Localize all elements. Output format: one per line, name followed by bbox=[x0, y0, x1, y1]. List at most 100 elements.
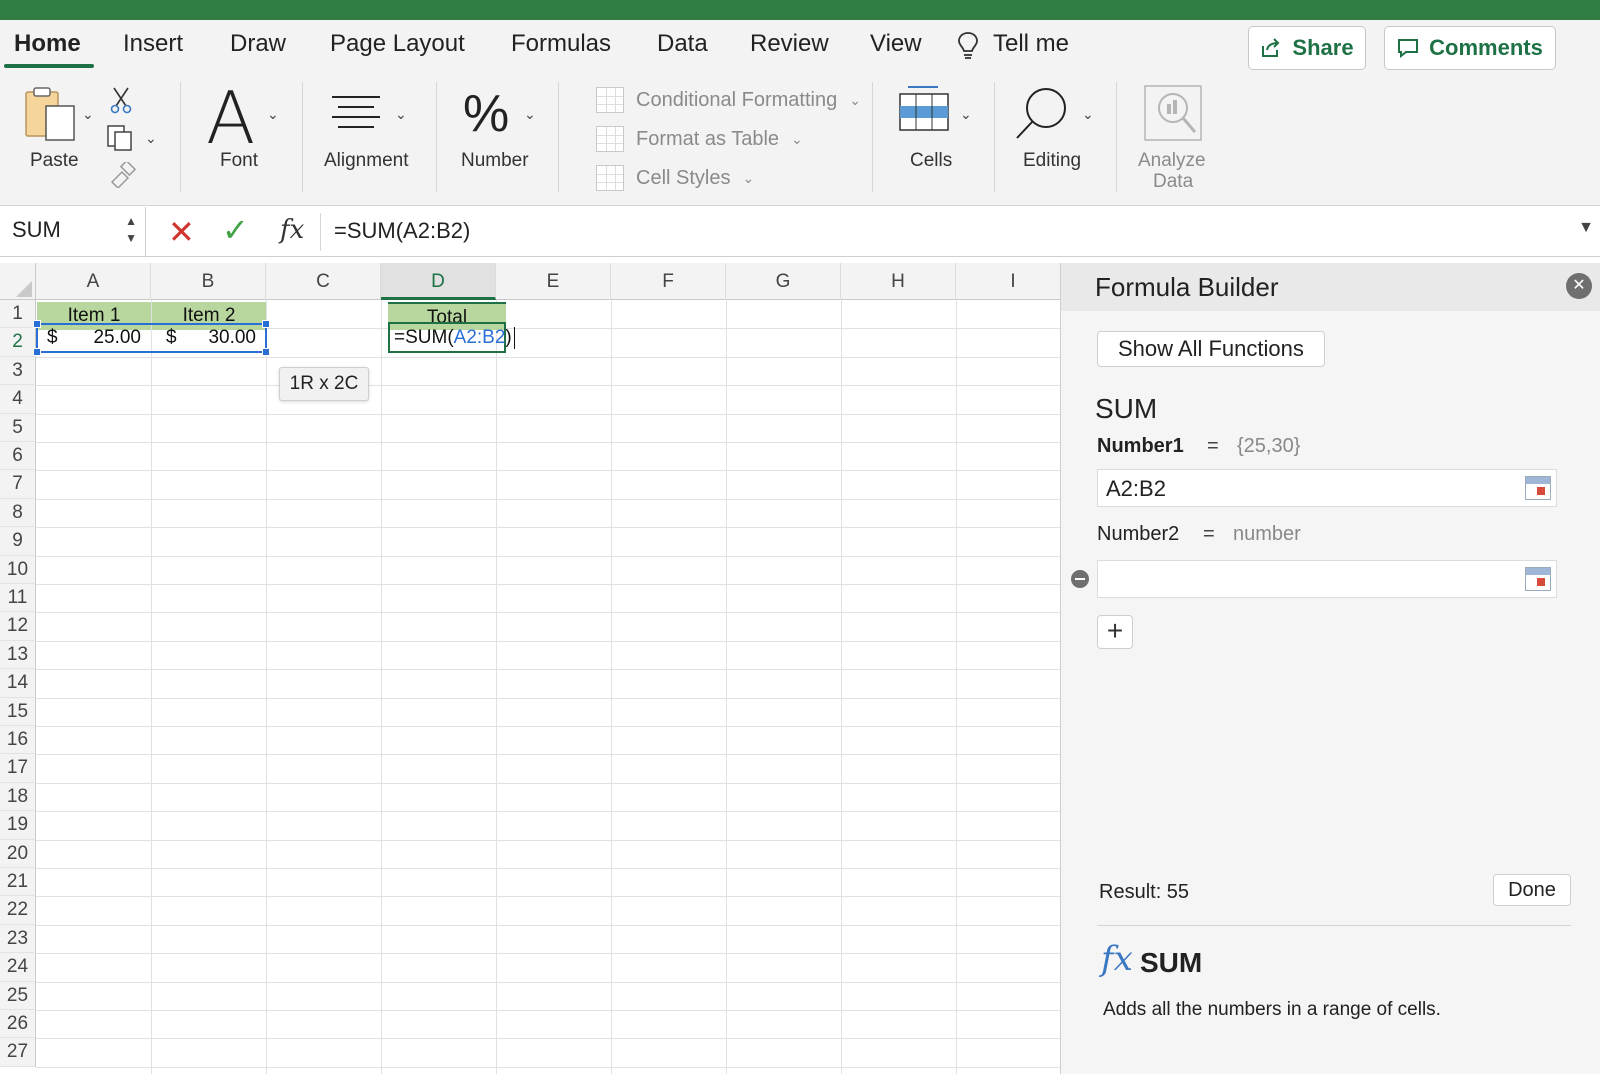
row-header-4[interactable]: 4 bbox=[0, 385, 36, 414]
row-header-2[interactable]: 2 bbox=[0, 328, 36, 357]
grid-row-line bbox=[36, 782, 1060, 784]
row-header-24[interactable]: 24 bbox=[0, 953, 36, 982]
cells-chevron-down-icon[interactable]: ⌄ bbox=[960, 106, 972, 123]
tab-insert[interactable]: Insert bbox=[123, 30, 183, 58]
alignment-chevron-down-icon[interactable]: ⌄ bbox=[395, 106, 407, 123]
row-header-12[interactable]: 12 bbox=[0, 612, 36, 641]
comments-button[interactable]: Comments bbox=[1384, 26, 1556, 70]
comment-icon bbox=[1398, 39, 1419, 58]
row-header-3[interactable]: 3 bbox=[0, 356, 36, 386]
row-header-5[interactable]: 5 bbox=[0, 413, 36, 442]
paste-label: Paste bbox=[30, 150, 79, 171]
row-header-8[interactable]: 8 bbox=[0, 498, 36, 528]
font-icon[interactable]: A bbox=[206, 76, 255, 160]
row-header-18[interactable]: 18 bbox=[0, 782, 36, 812]
row-header-27[interactable]: 27 bbox=[0, 1038, 36, 1067]
column-header-f[interactable]: F bbox=[611, 263, 726, 300]
tab-page-layout[interactable]: Page Layout bbox=[330, 30, 465, 58]
row-header-21[interactable]: 21 bbox=[0, 868, 36, 897]
row-header-15[interactable]: 15 bbox=[0, 697, 36, 726]
show-all-functions-button[interactable]: Show All Functions bbox=[1097, 331, 1325, 367]
conditional-formatting-button[interactable]: Conditional Formatting ⌄ bbox=[596, 86, 861, 114]
column-header-h[interactable]: H bbox=[841, 263, 956, 300]
number2-input[interactable] bbox=[1097, 560, 1557, 598]
column-header-c[interactable]: C bbox=[266, 263, 381, 300]
alignment-icon[interactable] bbox=[330, 94, 382, 134]
cells-icon[interactable] bbox=[898, 84, 950, 132]
insert-function-button[interactable]: fx bbox=[280, 215, 304, 245]
number1-input[interactable]: A2:B2 bbox=[1097, 469, 1557, 507]
grid-row-line bbox=[36, 385, 1060, 387]
range-handle[interactable] bbox=[262, 320, 270, 328]
select-all-corner[interactable] bbox=[0, 263, 36, 300]
row-header-7[interactable]: 7 bbox=[0, 470, 36, 499]
range-picker-icon[interactable] bbox=[1525, 567, 1551, 591]
row-header-23[interactable]: 23 bbox=[0, 924, 36, 954]
row-header-1[interactable]: 1 bbox=[0, 300, 36, 329]
row-header-11[interactable]: 11 bbox=[0, 584, 36, 613]
grid-row-line bbox=[36, 924, 1060, 926]
row-header-20[interactable]: 20 bbox=[0, 839, 36, 868]
row-header-13[interactable]: 13 bbox=[0, 640, 36, 670]
paste-chevron-down-icon[interactable]: ⌄ bbox=[82, 106, 94, 123]
name-box-stepper-icon[interactable]: ▲ ▼ bbox=[125, 213, 137, 247]
column-header-b[interactable]: B bbox=[151, 263, 266, 300]
grid-row-line bbox=[36, 555, 1060, 557]
column-header-a[interactable]: A bbox=[36, 263, 151, 300]
done-button[interactable]: Done bbox=[1493, 874, 1571, 906]
row-header-22[interactable]: 22 bbox=[0, 896, 36, 925]
share-icon bbox=[1262, 38, 1280, 57]
row-header-17[interactable]: 17 bbox=[0, 754, 36, 783]
tab-formulas[interactable]: Formulas bbox=[511, 30, 611, 58]
tab-view[interactable]: View bbox=[870, 30, 922, 58]
column-header-i[interactable]: I bbox=[956, 263, 1060, 300]
format-painter-icon[interactable] bbox=[108, 162, 136, 188]
tab-data[interactable]: Data bbox=[657, 30, 708, 58]
number1-label: Number1 bbox=[1097, 435, 1184, 457]
paste-icon[interactable] bbox=[24, 86, 78, 144]
range-handle[interactable] bbox=[33, 320, 41, 328]
share-button[interactable]: Share bbox=[1248, 26, 1366, 70]
formula-suffix: ) bbox=[505, 327, 512, 348]
cancel-icon[interactable]: ✕ bbox=[168, 213, 195, 251]
row-header-26[interactable]: 26 bbox=[0, 1010, 36, 1039]
row-header-19[interactable]: 19 bbox=[0, 811, 36, 840]
formula-input[interactable]: =SUM(A2:B2) bbox=[334, 218, 470, 244]
editing-chevron-down-icon[interactable]: ⌄ bbox=[1082, 106, 1094, 123]
enter-check-icon[interactable]: ✓ bbox=[222, 211, 249, 249]
range-handle[interactable] bbox=[33, 348, 41, 356]
format-as-table-button[interactable]: Format as Table ⌄ bbox=[596, 125, 803, 153]
tell-me-search[interactable]: Tell me bbox=[993, 30, 1069, 58]
percent-icon[interactable]: % bbox=[463, 84, 509, 144]
row-header-25[interactable]: 25 bbox=[0, 981, 36, 1010]
cell-styles-button[interactable]: Cell Styles ⌄ bbox=[596, 164, 754, 192]
column-header-g[interactable]: G bbox=[726, 263, 841, 300]
selected-range-a2-b2 bbox=[33, 320, 270, 356]
column-header-e[interactable]: E bbox=[496, 263, 611, 300]
close-icon[interactable]: ✕ bbox=[1566, 273, 1592, 299]
search-icon[interactable] bbox=[1014, 86, 1070, 142]
expand-formula-bar-icon[interactable]: ▼ bbox=[1578, 219, 1594, 237]
row-header-10[interactable]: 10 bbox=[0, 555, 36, 584]
range-handle[interactable] bbox=[262, 348, 270, 356]
tab-review[interactable]: Review bbox=[750, 30, 829, 58]
range-picker-icon[interactable] bbox=[1525, 476, 1551, 500]
tab-home[interactable]: Home bbox=[14, 30, 81, 58]
column-header-d[interactable]: D bbox=[381, 263, 496, 300]
tab-draw[interactable]: Draw bbox=[230, 30, 286, 58]
active-cell-d2[interactable]: =SUM(A2:B2) bbox=[388, 322, 515, 353]
row-header-6[interactable]: 6 bbox=[0, 442, 36, 471]
font-chevron-down-icon[interactable]: ⌄ bbox=[267, 106, 279, 123]
copy-icon[interactable] bbox=[106, 124, 134, 152]
number-chevron-down-icon[interactable]: ⌄ bbox=[524, 106, 536, 123]
name-box[interactable]: SUM ▲ ▼ bbox=[0, 207, 146, 257]
analyze-data-icon[interactable] bbox=[1143, 84, 1205, 144]
cut-icon[interactable] bbox=[110, 86, 132, 114]
copy-chevron-down-icon[interactable]: ⌄ bbox=[145, 130, 157, 147]
row-header-16[interactable]: 16 bbox=[0, 726, 36, 755]
add-argument-button[interactable]: + bbox=[1097, 615, 1133, 649]
remove-argument-icon[interactable] bbox=[1071, 570, 1089, 588]
row-header-14[interactable]: 14 bbox=[0, 669, 36, 698]
spreadsheet-grid[interactable]: 1 2 3 4 5 6 7 8 9 10 11 12 13 14 15 16 17 18 19 20 21 22 23 24 2… bbox=[0, 263, 1060, 1074]
row-header-9[interactable]: 9 bbox=[0, 527, 36, 556]
